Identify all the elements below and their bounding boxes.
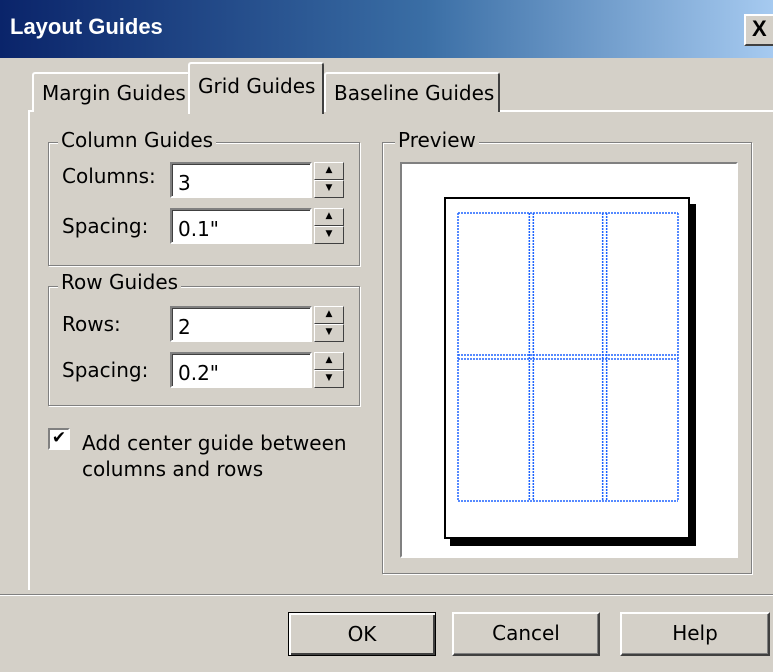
- center-guide-label[interactable]: Add center guide between columns and row…: [82, 430, 362, 482]
- center-guide-checkbox[interactable]: ✔: [48, 428, 70, 450]
- column-spacing-input[interactable]: [170, 208, 312, 244]
- spin-up-arrow-icon[interactable]: ▲: [314, 352, 344, 370]
- spin-up-arrow-icon[interactable]: ▲: [314, 306, 344, 324]
- row-guides-legend: Row Guides: [58, 270, 182, 294]
- help-button[interactable]: Help: [620, 612, 770, 656]
- row-spacing-spinner[interactable]: ▲ ▼: [314, 352, 344, 388]
- column-guides-group: [48, 142, 360, 266]
- checkmark-icon: ✔: [51, 428, 67, 448]
- columns-label: Columns:: [62, 164, 156, 188]
- tab-grid-guides[interactable]: Grid Guides: [188, 62, 324, 114]
- separator: [0, 594, 773, 596]
- spin-up-arrow-icon[interactable]: ▲: [314, 208, 344, 226]
- column-guides-legend: Column Guides: [58, 128, 217, 152]
- spin-down-arrow-icon[interactable]: ▼: [314, 370, 344, 388]
- columns-input[interactable]: [170, 162, 312, 198]
- preview-legend: Preview: [395, 128, 479, 152]
- rows-label: Rows:: [62, 312, 121, 336]
- rows-spinner[interactable]: ▲ ▼: [314, 306, 344, 342]
- preview-grid: [457, 212, 679, 502]
- rows-input[interactable]: [170, 306, 312, 342]
- spin-down-arrow-icon[interactable]: ▼: [314, 324, 344, 342]
- row-spacing-input[interactable]: [170, 352, 312, 388]
- close-button[interactable]: X: [744, 14, 773, 46]
- tab-margin-guides[interactable]: Margin Guides: [32, 72, 190, 112]
- cancel-button[interactable]: Cancel: [452, 612, 600, 656]
- row-guides-group: [48, 286, 360, 406]
- window-title: Layout Guides: [10, 14, 163, 39]
- spin-down-arrow-icon[interactable]: ▼: [314, 226, 344, 244]
- column-spacing-label: Spacing:: [62, 214, 149, 238]
- tab-baseline-guides[interactable]: Baseline Guides: [324, 72, 500, 112]
- columns-spinner[interactable]: ▲ ▼: [314, 162, 344, 198]
- spin-down-arrow-icon[interactable]: ▼: [314, 180, 344, 198]
- preview-page: [444, 197, 690, 539]
- column-spacing-spinner[interactable]: ▲ ▼: [314, 208, 344, 244]
- spin-up-arrow-icon[interactable]: ▲: [314, 162, 344, 180]
- row-spacing-label: Spacing:: [62, 358, 149, 382]
- ok-button[interactable]: OK: [288, 612, 436, 656]
